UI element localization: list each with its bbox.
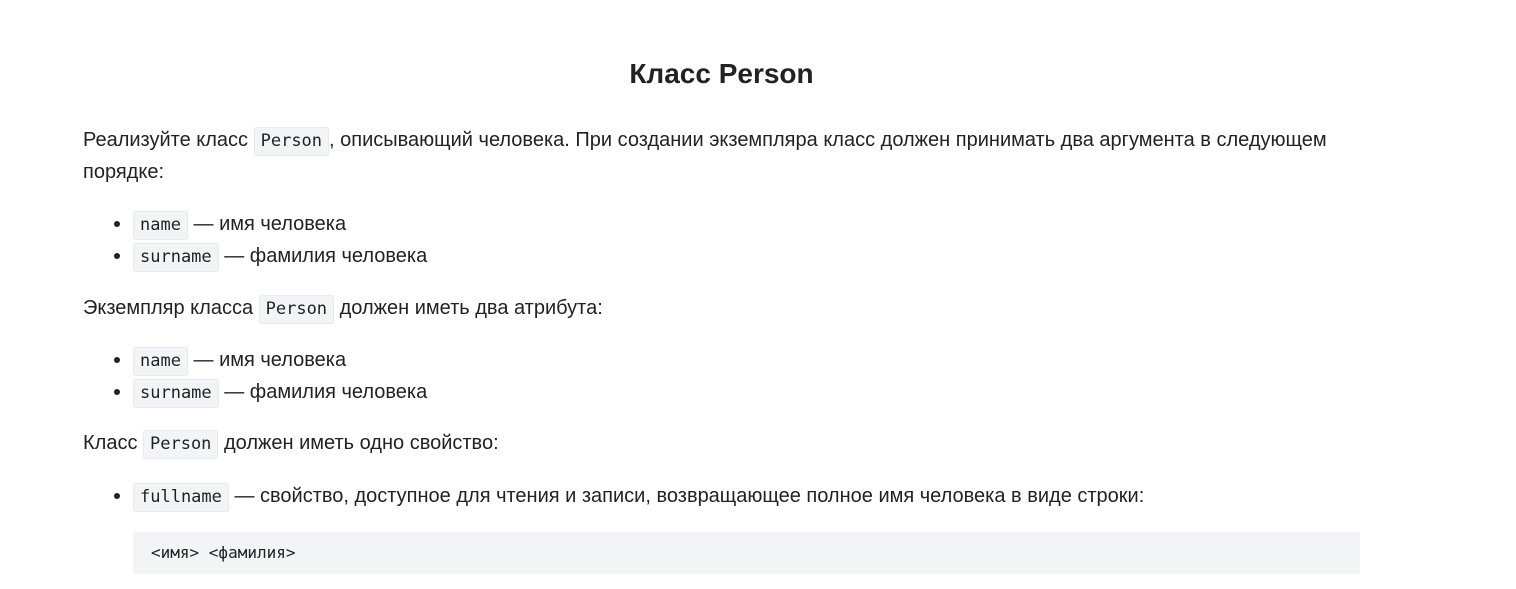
property-list: fullname — свойство, доступное для чтени… [83, 480, 1144, 512]
list-item: surname — фамилия человека [83, 240, 427, 272]
list-item: fullname — свойство, доступное для чтени… [83, 480, 1144, 512]
list-item-text: — фамилия человека [218, 245, 428, 267]
inline-code: name [133, 211, 188, 240]
inline-code: Person [253, 127, 330, 156]
intro-paragraph: Реализуйте класс Person, описывающий чел… [83, 125, 1373, 188]
args-list: name — имя человека surname — фамилия че… [83, 208, 427, 272]
list-item: surname — фамилия человека [83, 376, 427, 408]
attrs-text-before: Экземпляр класса [83, 297, 259, 319]
property-paragraph: Класс Person должен иметь одно свойство: [83, 428, 1373, 460]
inline-code: Person [258, 295, 335, 324]
attrs-paragraph: Экземпляр класса Person должен иметь два… [83, 293, 1373, 325]
inline-code: Person [143, 430, 219, 459]
list-item-text: — свойство, доступное для чтения и запис… [228, 485, 1145, 507]
code-block: <имя> <фамилия> [133, 532, 1360, 574]
intro-text-before: Реализуйте класс [83, 129, 254, 151]
attrs-list: name — имя человека surname — фамилия че… [83, 344, 427, 408]
list-item-text: — имя человека [187, 213, 347, 235]
list-item-text: — имя человека [187, 349, 347, 371]
property-text-before: Класс [83, 432, 143, 454]
property-text-after: должен иметь одно свойство: [218, 432, 499, 454]
list-item: name — имя человека [83, 208, 427, 240]
page-title: Класс Person [629, 58, 814, 89]
inline-code: surname [133, 243, 219, 272]
attrs-text-after: должен иметь два атрибута: [334, 297, 603, 319]
inline-code: surname [133, 379, 219, 408]
inline-code: name [133, 347, 188, 376]
inline-code: fullname [133, 483, 229, 512]
list-item-text: — фамилия человека [218, 381, 428, 403]
list-item: name — имя человека [83, 344, 427, 376]
